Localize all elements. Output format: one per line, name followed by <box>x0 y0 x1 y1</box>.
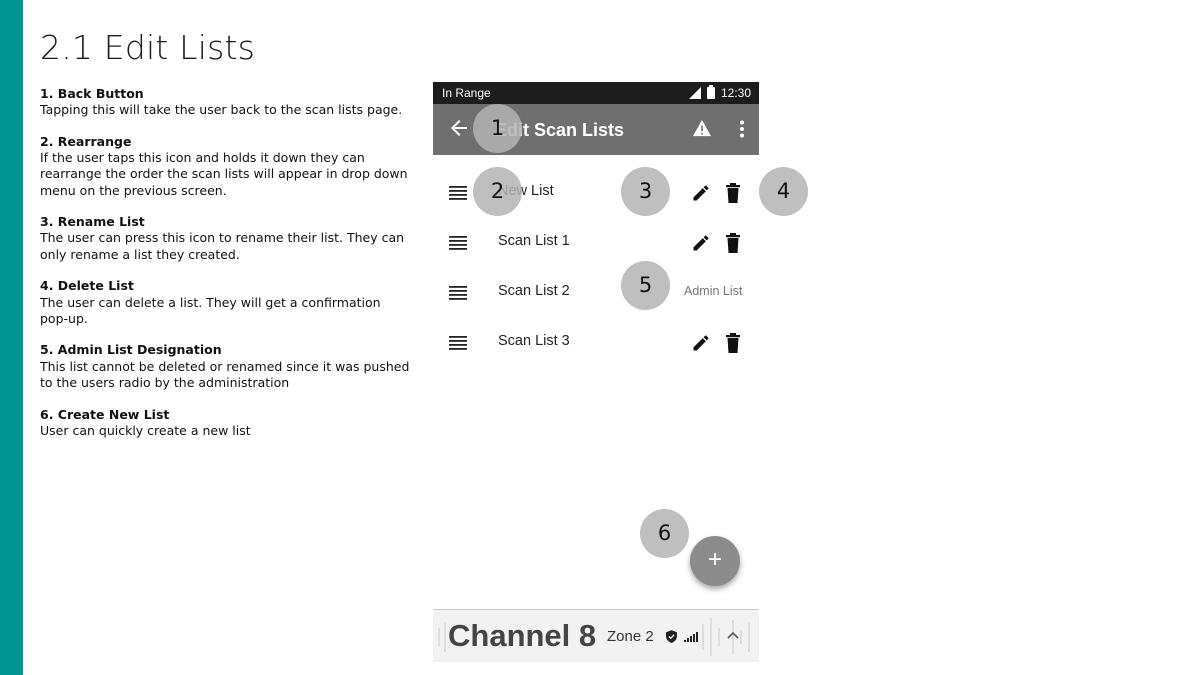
drag-handle-icon[interactable] <box>449 236 467 250</box>
callout-marker: 6 <box>640 509 689 558</box>
note-body: User can quickly create a new list <box>40 422 251 438</box>
zone-label: Zone 2 <box>607 628 654 645</box>
status-time: 12:30 <box>720 86 751 100</box>
annotation-notes: 1. Back Button Tapping this will take th… <box>40 86 410 454</box>
list-item[interactable]: Scan List 2 Admin List <box>433 267 759 317</box>
channel-bar[interactable]: Channel 8 Zone 2 <box>433 609 759 662</box>
list-item[interactable]: Scan List 3 <box>433 317 759 367</box>
list-name: Scan List 2 <box>498 283 570 299</box>
status-bar: In Range 12:30 <box>433 82 759 104</box>
callout-marker: 1 <box>473 104 522 153</box>
shield-check-icon <box>666 630 677 643</box>
warning-icon[interactable] <box>692 119 712 137</box>
slide-title: 2.1 Edit Lists <box>40 28 256 67</box>
note-create-list: 6. Create New List User can quickly crea… <box>40 407 410 439</box>
list-item[interactable]: Scan List 1 <box>433 217 759 267</box>
edit-icon[interactable] <box>691 333 711 353</box>
note-rename-list: 3. Rename List The user can press this i… <box>40 214 410 263</box>
signal-bars-icon <box>684 632 698 642</box>
note-title: 3. Rename List <box>40 214 145 230</box>
note-body: The user can press this icon to rename t… <box>40 230 405 262</box>
drag-handle-icon[interactable] <box>449 186 467 200</box>
list-name: Scan List 1 <box>498 233 570 249</box>
admin-list-tag: Admin List <box>684 284 743 298</box>
callout-marker: 5 <box>621 261 670 310</box>
note-title: 5. Admin List Designation <box>40 342 222 358</box>
more-vert-icon[interactable] <box>737 120 747 138</box>
note-title: 1. Back Button <box>40 86 144 101</box>
edit-icon[interactable] <box>691 183 711 203</box>
note-delete-list: 4. Delete List The user can delete a lis… <box>40 278 410 327</box>
callout-marker: 2 <box>473 167 522 216</box>
accent-bar <box>0 0 23 675</box>
note-body: This list cannot be deleted or renamed s… <box>40 358 410 390</box>
note-title: 4. Delete List <box>40 278 134 294</box>
create-list-button[interactable]: + <box>690 536 740 586</box>
status-range: In Range <box>442 86 491 100</box>
note-back-button: 1. Back Button Tapping this will take th… <box>40 86 410 118</box>
chevron-up-icon[interactable] <box>727 630 739 640</box>
note-title: 6. Create New List <box>40 406 170 422</box>
delete-icon[interactable] <box>725 233 741 253</box>
drag-handle-icon[interactable] <box>449 286 467 300</box>
delete-icon[interactable] <box>725 183 741 203</box>
battery-icon <box>706 85 715 99</box>
delete-icon[interactable] <box>725 333 741 353</box>
signal-icon <box>688 87 701 99</box>
list-name: Scan List 3 <box>498 333 570 349</box>
phone-screen: In Range 12:30 Edit Scan Lists New List … <box>433 82 759 662</box>
note-title: 2. Rearrange <box>40 133 132 149</box>
note-rearrange: 2. Rearrange If the user taps this icon … <box>40 134 410 199</box>
drag-handle-icon[interactable] <box>449 336 467 350</box>
callout-marker: 4 <box>759 167 808 216</box>
note-body: The user can delete a list. They will ge… <box>40 294 381 326</box>
note-body: If the user taps this icon and holds it … <box>40 150 408 198</box>
arrow-left-icon[interactable] <box>447 116 471 140</box>
callout-marker: 3 <box>621 167 670 216</box>
channel-name: Channel 8 <box>448 618 597 653</box>
status-icons: 12:30 <box>688 85 751 100</box>
note-admin-list: 5. Admin List Designation This list cann… <box>40 342 410 391</box>
edit-icon[interactable] <box>691 233 711 253</box>
note-body: Tapping this will take the user back to … <box>40 102 403 118</box>
